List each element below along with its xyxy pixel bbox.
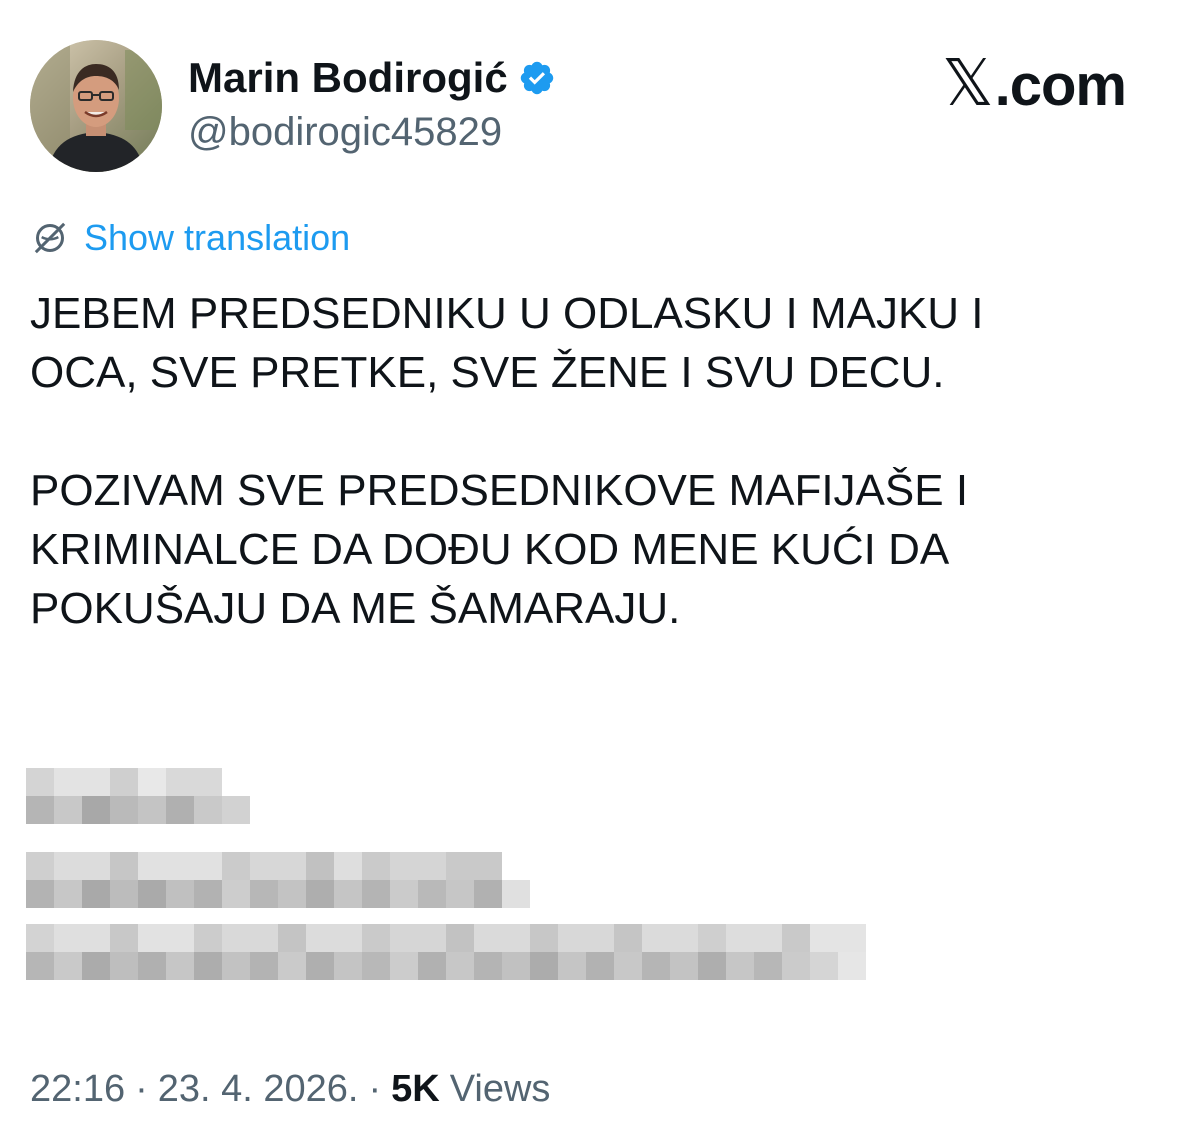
brand-domain: .com: [994, 53, 1127, 118]
x-com-logo: 𝕏 .com: [942, 47, 1127, 121]
author-handle[interactable]: @bodirogic45829: [188, 106, 502, 158]
x-logo-icon: 𝕏: [942, 47, 994, 121]
verified-badge-icon: [520, 61, 553, 95]
author-name-row[interactable]: Marin Bodirogić: [188, 52, 556, 104]
tweet-meta: 22:16 · 23. 4. 2026. · 5K Views: [30, 1064, 550, 1114]
pixelated-text: [26, 768, 866, 980]
views-count[interactable]: 5K: [391, 1064, 440, 1114]
redacted-text-block: [26, 768, 886, 980]
tweet-time[interactable]: 22:16: [30, 1064, 125, 1114]
show-translation-label[interactable]: Show translation: [84, 214, 350, 262]
author-display-name[interactable]: Marin Bodirogić: [188, 52, 508, 104]
globe-slash-icon: [34, 222, 66, 254]
avatar-photo: [30, 40, 162, 172]
avatar[interactable]: [30, 40, 162, 172]
show-translation-button[interactable]: Show translation: [30, 214, 350, 262]
tweet-date[interactable]: 23. 4. 2026.: [158, 1064, 359, 1114]
meta-separator: ·: [368, 1068, 382, 1110]
tweet-text: JEBEM PREDSEDNIKU U ODLASKU I MAJKU I OC…: [30, 289, 984, 633]
meta-separator: ·: [135, 1068, 148, 1110]
views-label: Views: [449, 1068, 551, 1110]
